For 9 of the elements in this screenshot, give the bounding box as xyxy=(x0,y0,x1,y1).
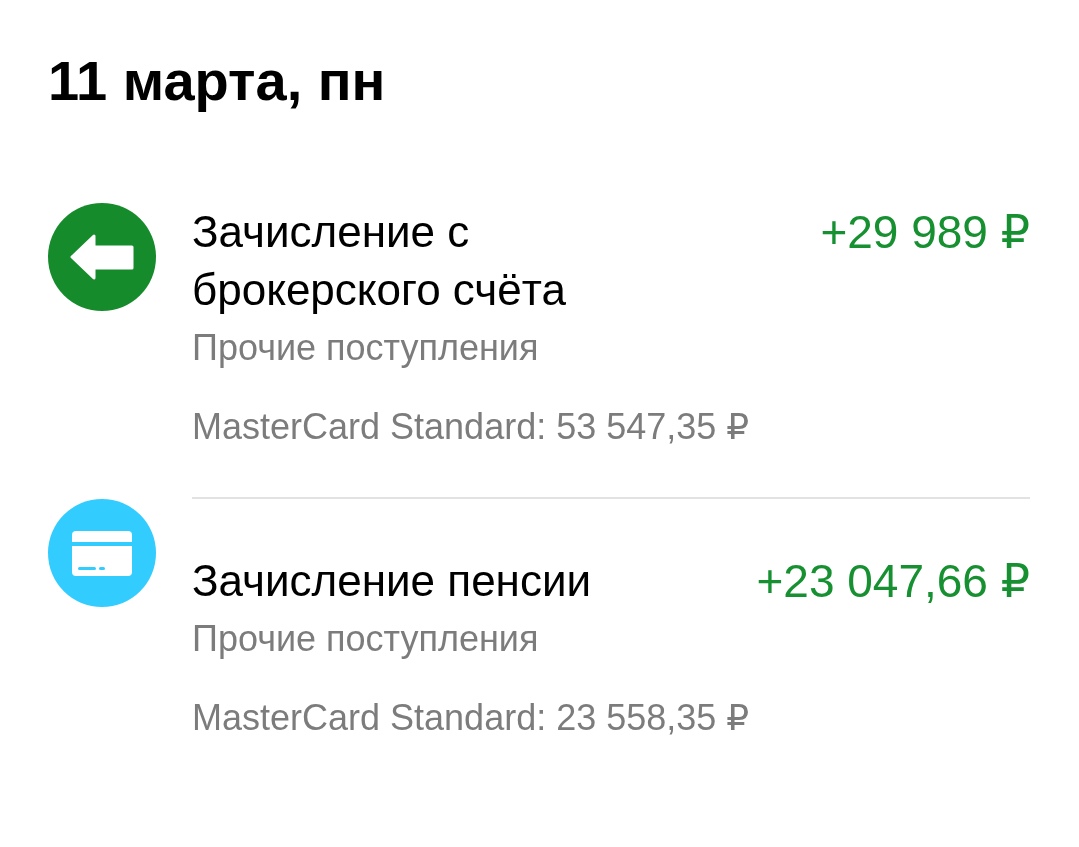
transaction-title: Зачисление пенсии xyxy=(192,555,593,607)
date-heading: 11 марта, пн xyxy=(48,48,387,114)
transaction-category: Прочие поступления xyxy=(192,326,540,370)
account-balance: MasterCard Standard: 23 558,35 ₽ xyxy=(192,696,751,740)
transaction-title: Зачисление с брокерского счёта xyxy=(192,206,567,316)
account-balance: MasterCard Standard: 53 547,35 ₽ xyxy=(192,405,751,449)
transaction-amount: +23 047,66 ₽ xyxy=(756,554,1030,609)
transaction-category: Прочие поступления xyxy=(192,617,540,661)
transaction-amount: +29 989 ₽ xyxy=(820,205,1030,260)
